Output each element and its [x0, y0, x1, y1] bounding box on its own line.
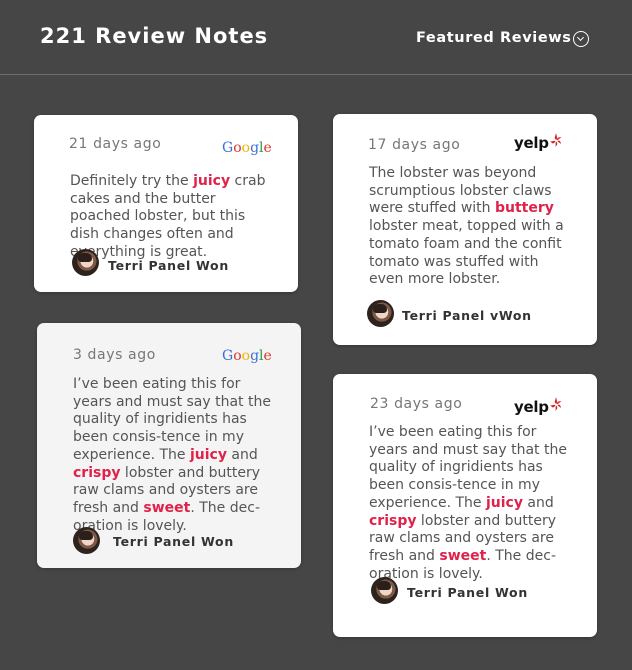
review-card: 17 days ago yelp The lobster was beyond …: [333, 114, 597, 345]
avatar: [73, 527, 100, 554]
google-logo-icon: Google: [222, 348, 272, 364]
highlighted-keyword: sweet: [439, 547, 487, 564]
review-text: The lobster was beyond scrumptious lobst…: [369, 165, 577, 289]
review-text: Definitely try the juicy crab cakes and …: [70, 173, 270, 262]
review-text: I’ve been eating this for years and must…: [369, 424, 569, 583]
review-text-segment: and: [522, 494, 554, 511]
review-author: Terri Panel Won: [407, 585, 528, 600]
avatar: [367, 300, 394, 327]
avatar: [72, 249, 99, 276]
highlighted-keyword: sweet: [143, 499, 191, 516]
avatar: [371, 577, 398, 604]
review-card: 21 days ago Google Definitely try the ju…: [34, 115, 298, 292]
highlighted-keyword: juicy: [189, 446, 227, 463]
review-date: 21 days ago: [69, 136, 162, 152]
review-card: 23 days ago yelp I’ve been eating this f…: [333, 374, 597, 637]
chevron-down-icon[interactable]: [573, 31, 589, 47]
highlighted-keyword: buttery: [494, 200, 554, 217]
header-bar: 221 Review Notes Featured Reviews: [0, 0, 632, 75]
page-title: 221 Review Notes: [40, 24, 269, 48]
highlighted-keyword: juicy: [193, 173, 231, 189]
yelp-logo-icon: yelp: [514, 133, 562, 152]
review-text-segment: lobster meat, topped with a tomato foam …: [369, 218, 564, 288]
review-date: 23 days ago: [370, 396, 463, 412]
review-date: 17 days ago: [368, 137, 461, 153]
review-text-segment: and: [226, 446, 258, 463]
review-text: I’ve been eating this for years and must…: [73, 376, 273, 535]
review-author: Terri Panel Won: [113, 534, 234, 549]
review-author: Terri Panel Won: [108, 258, 229, 273]
featured-reviews-label[interactable]: Featured Reviews: [416, 30, 572, 46]
review-date: 3 days ago: [73, 347, 156, 363]
yelp-logo-icon: yelp: [514, 397, 562, 416]
highlighted-keyword: crispy: [73, 464, 121, 481]
review-text-segment: Definitely try the: [70, 173, 194, 189]
google-logo-icon: Google: [222, 140, 272, 156]
highlighted-keyword: juicy: [485, 494, 523, 511]
review-card: 3 days ago Google I’ve been eating this …: [37, 323, 301, 568]
review-author: Terri Panel vWon: [402, 308, 532, 323]
highlighted-keyword: crispy: [369, 512, 417, 529]
